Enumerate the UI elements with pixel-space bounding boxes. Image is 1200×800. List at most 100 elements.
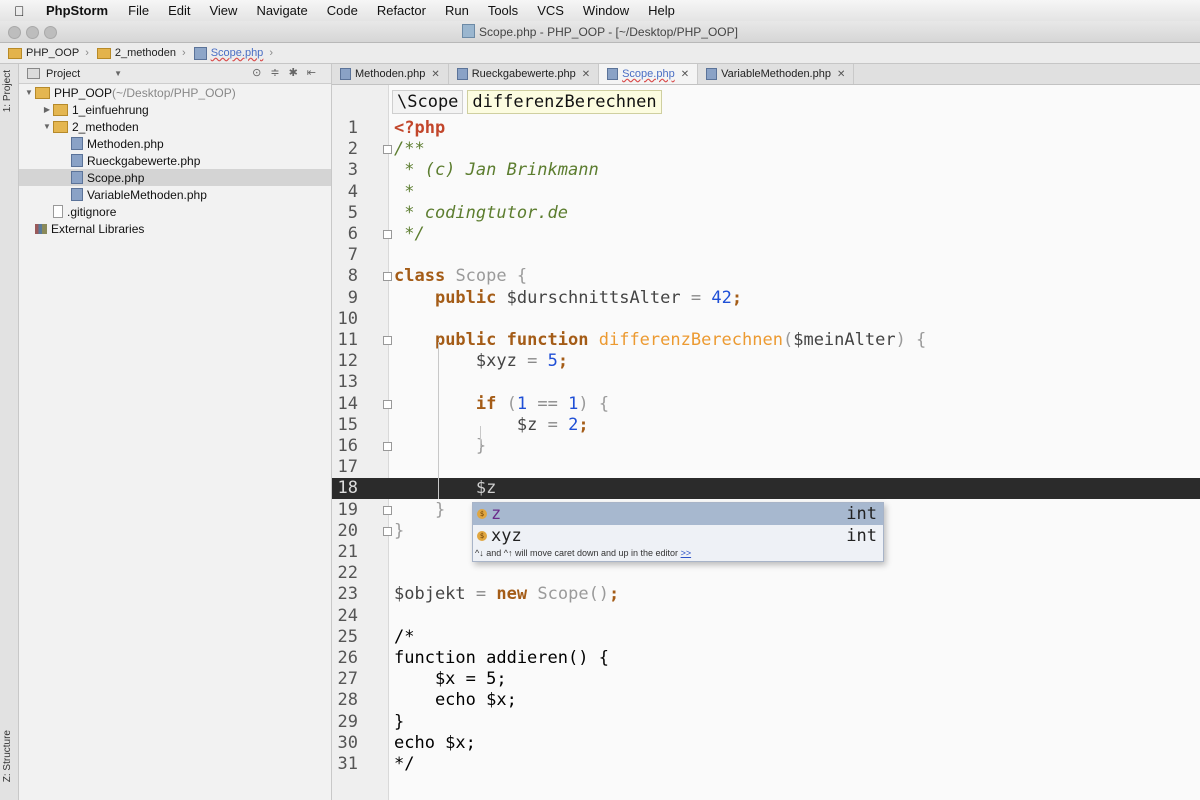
tree-item[interactable]: Scope.php [19, 169, 331, 186]
code-line[interactable]: 18 $z [332, 478, 1200, 500]
code-line[interactable]: 4 * [332, 182, 1200, 203]
code-line[interactable]: 9 public $durschnittsAlter = 42; [332, 288, 1200, 309]
chevron-right-icon[interactable]: ▶ [41, 105, 53, 114]
menu-navigate[interactable]: Navigate [256, 3, 307, 18]
code-line[interactable]: 31 */ [332, 754, 1200, 775]
tree-item[interactable]: ▼ 2_methoden [19, 118, 331, 135]
tree-item[interactable]: .gitignore [19, 203, 331, 220]
menu-window[interactable]: Window [583, 3, 629, 18]
code-editor[interactable]: 1 <?php 2/** 3 * (c) Jan Brinkmann 4 * 5 * co… [332, 85, 1200, 800]
chevron-down-icon[interactable]: ▼ [23, 88, 35, 97]
code-text: public function differenzBerechnen($mein… [434, 330, 927, 350]
code-line[interactable]: 15 $z = 2; [332, 415, 1200, 436]
line-number: 3 [347, 160, 358, 181]
tree-item-path: (~/Desktop/PHP_OOP) [112, 85, 236, 100]
code-line[interactable]: 16 } [332, 436, 1200, 457]
code-line[interactable]: 11 public function differenzBerechnen($m… [332, 330, 1200, 351]
gear-icon[interactable]: ✱ [289, 67, 307, 79]
completion-item[interactable]: $ xyz int [473, 525, 883, 547]
tree-item[interactable]: External Libraries [19, 220, 331, 237]
breadcrumb-method[interactable]: differenzBerechnen [467, 90, 662, 114]
close-icon[interactable]: ✕ [431, 69, 439, 80]
menu-tools[interactable]: Tools [488, 3, 518, 18]
tree-item[interactable]: Rueckgabewerte.php [19, 152, 331, 169]
menu-help[interactable]: Help [648, 3, 675, 18]
code-line[interactable]: 8 class Scope { [332, 266, 1200, 287]
apple-icon[interactable]:  [14, 3, 32, 19]
php-file-icon [71, 188, 83, 201]
code-line[interactable]: 17 [332, 457, 1200, 478]
menu-items: File Edit View Navigate Code Refactor Run Tools… [128, 3, 694, 18]
app-menu[interactable]: PhpStorm [46, 3, 108, 18]
tree-item[interactable]: ▶ 1_einfuehrung [19, 101, 331, 118]
code-line[interactable]: 26 function addieren() { [332, 648, 1200, 669]
breadcrumb-file[interactable]: Scope.php › [193, 46, 273, 60]
line-number: 31 [337, 754, 358, 774]
menu-edit[interactable]: Edit [168, 3, 190, 18]
fold-marker-icon[interactable] [383, 526, 392, 536]
menu-vcs[interactable]: VCS [537, 3, 564, 18]
close-icon[interactable]: ✕ [681, 69, 689, 80]
menu-run[interactable]: Run [445, 3, 469, 18]
code-line[interactable]: 30 echo $x; [332, 733, 1200, 754]
fold-marker-icon[interactable] [383, 399, 392, 409]
code-line[interactable]: 2 /** [332, 139, 1200, 160]
tab-methoden[interactable]: Methoden.php ✕ [332, 64, 449, 84]
menu-file[interactable]: File [128, 3, 149, 18]
menu-refactor[interactable]: Refactor [377, 3, 426, 18]
collapse-all-icon[interactable]: ≑ [270, 67, 288, 79]
tab-variablemethoden[interactable]: VariableMethoden.php ✕ [698, 64, 855, 84]
close-icon[interactable]: ✕ [837, 69, 845, 80]
code-line[interactable]: 14 if (1 == 1) { [332, 394, 1200, 415]
fold-marker-icon[interactable] [383, 336, 392, 345]
code-line[interactable]: 23 $objekt = new Scope(); [332, 584, 1200, 605]
tree-item[interactable]: Methoden.php [19, 135, 331, 152]
code-line[interactable]: 25 /* [332, 627, 1200, 648]
code-line[interactable]: 7 [332, 245, 1200, 266]
tree-item[interactable]: ▼ PHP_OOP (~/Desktop/PHP_OOP) [19, 84, 331, 101]
code-line[interactable]: 10 [332, 309, 1200, 330]
project-tool-button[interactable]: 1: Project [2, 70, 13, 112]
chevron-down-icon[interactable]: ▼ [41, 122, 53, 131]
menu-code[interactable]: Code [327, 3, 358, 18]
completion-hint-more-link[interactable]: >> [681, 548, 692, 558]
code-text: */ [394, 224, 425, 244]
scroll-from-source-icon[interactable]: ⊙ [252, 67, 270, 79]
hide-panel-icon[interactable]: ⇤ [307, 67, 325, 79]
line-number: 19 [337, 499, 358, 520]
code-line[interactable]: 1 <?php [332, 118, 1200, 139]
tree-item-label: Rueckgabewerte.php [87, 153, 201, 168]
code-line[interactable]: 13 [332, 372, 1200, 393]
fold-marker-icon[interactable] [383, 442, 392, 451]
structure-tool-button[interactable]: Z: Structure [2, 730, 13, 782]
code-line[interactable]: 6 */ [332, 224, 1200, 245]
fold-marker-icon[interactable] [383, 505, 392, 515]
code-line[interactable]: 29} [332, 712, 1200, 733]
tab-rueckgabewerte[interactable]: Rueckgabewerte.php ✕ [449, 64, 600, 84]
fold-marker-icon[interactable] [383, 230, 392, 239]
breadcrumb-project[interactable]: PHP_OOP › [8, 47, 89, 59]
line-number: 26 [337, 648, 358, 668]
project-view-dropdown[interactable]: Project ▼ [27, 68, 122, 80]
fold-marker-icon[interactable] [383, 272, 392, 282]
breadcrumb-folder[interactable]: 2_methoden › [96, 47, 186, 59]
code-text: } [434, 499, 446, 520]
line-number: 1 [347, 118, 358, 138]
completion-item[interactable]: $ z int [473, 503, 883, 525]
code-line[interactable]: 28 echo $x; [332, 690, 1200, 711]
code-line[interactable]: 3 * (c) Jan Brinkmann [332, 160, 1200, 181]
code-line[interactable]: 24 [332, 606, 1200, 627]
tree-item-label: Methoden.php [87, 136, 164, 151]
tree-item[interactable]: VariableMethoden.php [19, 186, 331, 203]
menu-view[interactable]: View [209, 3, 237, 18]
code-line[interactable]: 5 * codingtutor.de [332, 203, 1200, 224]
breadcrumb-class[interactable]: \Scope [392, 90, 464, 114]
line-number: 17 [337, 457, 358, 478]
window-titlebar: Scope.php - PHP_OOP - [~/Desktop/PHP_OOP… [0, 21, 1200, 43]
code-line[interactable]: 27 $x = 5; [332, 669, 1200, 690]
fold-marker-icon[interactable] [383, 145, 392, 155]
close-icon[interactable]: ✕ [582, 69, 590, 80]
code-line[interactable]: 22 [332, 563, 1200, 584]
code-line[interactable]: 12 $xyz = 5; [332, 351, 1200, 372]
tab-scope[interactable]: Scope.php ✕ [599, 64, 699, 84]
